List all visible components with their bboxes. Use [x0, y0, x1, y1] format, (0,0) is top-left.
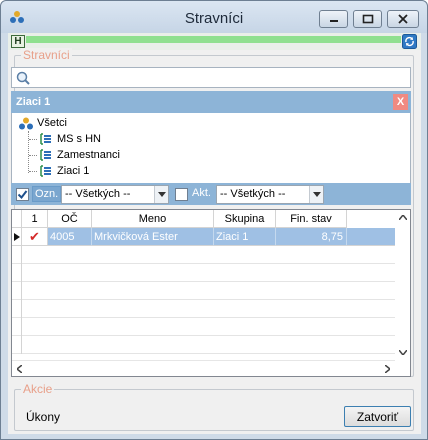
scroll-right-button[interactable] [380, 361, 395, 376]
tree-connector [28, 131, 29, 173]
minimize-icon [329, 20, 338, 22]
ozn-filter-select[interactable]: -- Všetkých -- [61, 185, 169, 204]
tree-item-vsetci[interactable]: Všetci [37, 115, 67, 131]
ukony-menu[interactable]: Úkony [26, 410, 60, 424]
table-row[interactable]: ✔ 4005 Mrkvičková Ester Ziaci 1 8,75 [12, 228, 395, 246]
cell-filler [347, 228, 395, 246]
horizontal-scrollbar[interactable] [12, 360, 395, 376]
clear-group-button[interactable]: X [393, 94, 408, 110]
stravnici-group-label: Stravníci [21, 48, 72, 62]
selected-group-header: Ziaci 1 X [11, 91, 411, 113]
akt-label: Akt. [192, 187, 211, 199]
empty-row [12, 336, 395, 354]
cell-meno: Mrkvičková Ester [92, 228, 214, 246]
row-indicator [12, 318, 22, 336]
empty-row [12, 318, 395, 336]
ozn-filter-value: -- Všetkých -- [65, 188, 131, 200]
search-icon [16, 71, 30, 85]
row-indicator [12, 300, 22, 318]
header-indicator [12, 210, 22, 228]
chevron-down-icon [154, 186, 168, 203]
maximize-button[interactable] [353, 10, 382, 28]
empty-row [12, 282, 395, 300]
restore-icon [362, 14, 373, 24]
green-stripe [26, 36, 401, 43]
tree-connector [29, 171, 37, 172]
row-pointer-icon [13, 233, 20, 241]
row-indicator [12, 264, 22, 282]
chevron-down-icon [309, 186, 323, 203]
list-icon [40, 165, 51, 177]
cell-skupina: Ziaci 1 [214, 228, 276, 246]
search-input[interactable] [11, 67, 411, 88]
tree-item-ziaci-1[interactable]: Ziaci 1 [57, 163, 89, 179]
scroll-down-button[interactable] [395, 345, 410, 360]
filter-bar: Ozn. -- Všetkých -- Akt. -- Všetkých -- [11, 183, 411, 205]
group-icon [19, 117, 33, 130]
column-header-skupina[interactable]: Skupina [214, 210, 276, 228]
row-mark[interactable]: ✔ [22, 228, 48, 246]
checkmark-icon [17, 190, 28, 200]
list-icon [40, 149, 51, 161]
row-indicator [12, 282, 22, 300]
akt-filter-select[interactable]: -- Všetkých -- [216, 185, 324, 204]
h-button[interactable]: H [11, 35, 25, 48]
cell-fin-stav: 8,75 [276, 228, 347, 246]
scroll-left-button[interactable] [12, 361, 27, 376]
close-window-button[interactable] [387, 10, 419, 28]
selected-group-title: Ziaci 1 [16, 96, 51, 108]
column-header-1[interactable]: 1 [22, 210, 48, 228]
chevron-up-icon [398, 215, 407, 220]
close-icon [398, 14, 408, 24]
title-bar[interactable]: Stravníci [1, 1, 427, 33]
empty-row [12, 300, 395, 318]
akcie-group-label: Akcie [21, 382, 55, 396]
table-header: 1 OČ Meno Skupina Fin. stav [12, 210, 395, 228]
close-button[interactable]: Zatvoriť [344, 406, 411, 427]
column-header-meno[interactable]: Meno [92, 210, 214, 228]
tree-connector [29, 139, 37, 140]
tree-item-ms-s-hn[interactable]: MS s HN [57, 131, 101, 147]
list-icon [40, 133, 51, 145]
refresh-icon[interactable] [402, 34, 417, 49]
chevron-down-icon [398, 350, 407, 355]
scroll-up-button[interactable] [395, 210, 410, 225]
akt-checkbox[interactable] [175, 188, 188, 201]
ozn-label: Ozn. [32, 186, 62, 202]
row-indicator [12, 228, 22, 246]
chevron-left-icon [17, 364, 22, 373]
column-header-fin-stav[interactable]: Fin. stav [276, 210, 347, 228]
empty-row [12, 264, 395, 282]
row-indicator [12, 246, 22, 264]
stravnici-table: 1 OČ Meno Skupina Fin. stav ✔ 4005 Mrkvi… [11, 209, 411, 377]
tree-connector [29, 155, 37, 156]
group-tree: Všetci MS s HN Zamestnanci Ziaci 1 [11, 113, 411, 183]
row-indicator [12, 336, 22, 354]
vertical-scrollbar[interactable] [395, 210, 410, 360]
akt-filter-value: -- Všetkých -- [220, 188, 286, 200]
chevron-right-icon [385, 364, 390, 373]
column-header-oc[interactable]: OČ [48, 210, 92, 228]
tree-item-zamestnanci[interactable]: Zamestnanci [57, 147, 120, 163]
main-window: Stravníci H Stravníci Akcie Ziaci 1 X Vš… [0, 0, 428, 440]
empty-row [12, 246, 395, 264]
minimize-button[interactable] [319, 10, 348, 28]
ozn-checkbox[interactable] [16, 188, 29, 201]
cell-oc: 4005 [48, 228, 92, 246]
